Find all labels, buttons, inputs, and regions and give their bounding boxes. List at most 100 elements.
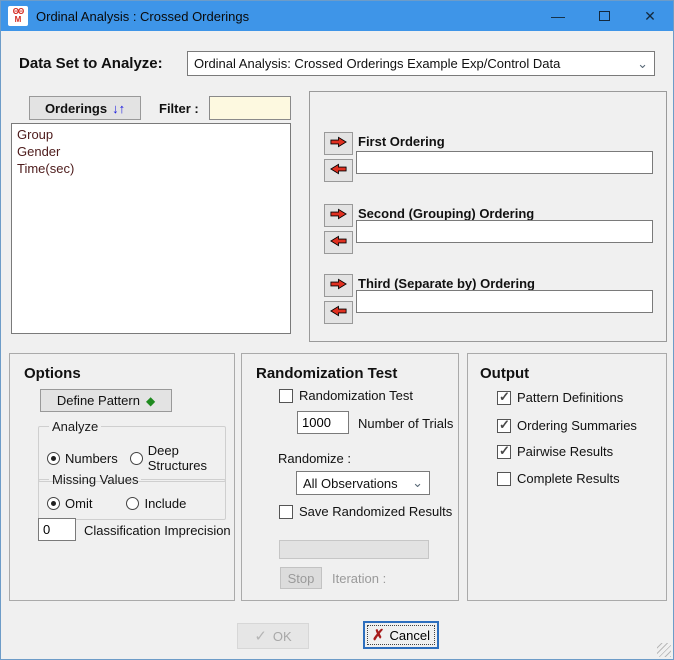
ok-button: ✓ OK	[237, 623, 309, 649]
randomize-combobox-value: All Observations	[303, 475, 398, 491]
checkbox-icon	[497, 471, 511, 486]
list-item[interactable]: Gender	[12, 143, 290, 160]
radio-deep-structures-label: Deep Structures	[147, 443, 207, 473]
checkbox-checked-icon	[497, 443, 511, 459]
classification-imprecision-label: Classification Imprecision	[84, 523, 231, 538]
arrow-right-icon	[329, 136, 348, 151]
radio-icon	[47, 497, 60, 510]
sort-updown-icon: ↓↑	[112, 100, 126, 116]
number-of-trials-input[interactable]	[297, 411, 349, 434]
arrow-left-icon	[329, 235, 348, 250]
title-bar[interactable]: ΘΘ M Ordinal Analysis : Crossed Ordering…	[1, 1, 673, 31]
randomization-progress-field	[279, 540, 429, 559]
pattern-definitions-checkbox[interactable]: Pattern Definitions	[497, 389, 624, 405]
resize-grip[interactable]	[657, 643, 671, 657]
save-randomized-checkbox-label: Save Randomized Results	[299, 504, 453, 519]
first-ordering-label: First Ordering	[358, 134, 445, 149]
third-ordering-input[interactable]	[356, 290, 653, 313]
move-right-first-button[interactable]	[324, 132, 353, 155]
randomize-combobox[interactable]: All Observations ⌄	[296, 471, 430, 495]
orderings-button-label: Orderings	[44, 100, 108, 116]
radio-omit[interactable]: Omit	[47, 496, 92, 511]
radio-omit-label: Omit	[65, 496, 93, 511]
move-left-third-button[interactable]	[324, 301, 353, 324]
cancel-button-label: Cancel	[389, 627, 431, 643]
iteration-label: Iteration :	[332, 571, 387, 586]
chevron-down-icon: ⌄	[637, 55, 648, 71]
ordering-summaries-checkbox[interactable]: Ordering Summaries	[497, 417, 637, 433]
options-panel: Options Define Pattern ◆ Analyze Numbers…	[9, 353, 235, 601]
app-icon: ΘΘ M	[8, 6, 28, 26]
dataset-combobox[interactable]: Ordinal Analysis: Crossed Orderings Exam…	[187, 51, 655, 76]
classification-imprecision-input[interactable]	[38, 518, 76, 541]
radio-deep-structures[interactable]: Deep Structures	[129, 443, 217, 473]
pattern-definitions-label: Pattern Definitions	[517, 390, 624, 405]
number-of-trials-label: Number of Trials	[358, 416, 454, 431]
radio-icon	[47, 451, 60, 465]
dialog-window: ΘΘ M Ordinal Analysis : Crossed Ordering…	[0, 0, 674, 660]
radio-numbers-label: Numbers	[65, 450, 118, 466]
randomization-panel: Randomization Test Randomization Test Nu…	[241, 353, 459, 601]
arrow-right-icon	[329, 208, 348, 223]
minimize-button[interactable]: —	[535, 1, 581, 31]
pairwise-results-checkbox[interactable]: Pairwise Results	[497, 443, 614, 459]
filter-input[interactable]	[209, 96, 291, 120]
filter-label: Filter :	[159, 101, 199, 116]
missing-values-groupbox: Missing Values Omit Include	[38, 472, 226, 520]
move-left-second-button[interactable]	[324, 231, 353, 254]
list-item[interactable]: Group	[12, 126, 290, 143]
dataset-combobox-value: Ordinal Analysis: Crossed Orderings Exam…	[194, 56, 561, 71]
radio-icon	[129, 451, 143, 465]
stop-button-label: Stop	[287, 570, 315, 586]
arrow-left-icon	[329, 305, 348, 320]
radio-include-label: Include	[144, 496, 187, 511]
window-title: Ordinal Analysis : Crossed Orderings	[36, 8, 250, 24]
radio-numbers[interactable]: Numbers	[47, 443, 118, 473]
maximize-icon	[598, 11, 610, 21]
pairwise-results-label: Pairwise Results	[517, 444, 614, 459]
list-item[interactable]: Time(sec)	[12, 160, 290, 177]
target-orderings-panel: First Ordering Second (Grouping) Orderin…	[309, 91, 667, 342]
define-pattern-button[interactable]: Define Pattern ◆	[40, 389, 172, 412]
randomize-label: Randomize :	[278, 451, 351, 466]
second-ordering-input[interactable]	[356, 220, 653, 243]
minimize-icon: —	[551, 8, 565, 24]
output-panel: Output Pattern Definitions Ordering Summ…	[467, 353, 667, 601]
complete-results-label: Complete Results	[517, 471, 620, 486]
complete-results-checkbox[interactable]: Complete Results	[497, 471, 620, 486]
dataset-label: Data Set to Analyze:	[19, 55, 163, 72]
cancel-button[interactable]: ✗ Cancel	[363, 621, 439, 649]
x-icon: ✗	[371, 627, 385, 644]
options-heading: Options	[24, 365, 81, 382]
move-left-first-button[interactable]	[324, 159, 353, 182]
missing-values-legend: Missing Values	[52, 472, 139, 487]
checkbox-checked-icon	[497, 389, 511, 405]
check-icon: ✓	[254, 628, 267, 645]
radio-icon	[126, 497, 140, 510]
close-button[interactable]: ✕	[627, 1, 673, 31]
checkbox-icon	[279, 504, 293, 519]
arrow-left-icon	[329, 163, 348, 178]
app-icon-glyph-bottom: M	[14, 15, 22, 24]
randomization-heading: Randomization Test	[256, 365, 398, 382]
chevron-down-icon: ⌄	[412, 475, 423, 491]
diamond-icon: ◆	[145, 393, 156, 408]
radio-include[interactable]: Include	[126, 496, 186, 511]
define-pattern-label: Define Pattern	[56, 393, 140, 408]
save-randomized-checkbox[interactable]: Save Randomized Results	[279, 504, 452, 519]
checkbox-checked-icon	[497, 417, 511, 433]
maximize-button[interactable]	[581, 1, 627, 31]
move-right-second-button[interactable]	[324, 204, 353, 227]
move-right-third-button[interactable]	[324, 274, 353, 297]
analyze-legend: Analyze	[52, 419, 99, 434]
first-ordering-input[interactable]	[356, 151, 653, 174]
window-controls: — ✕	[535, 1, 673, 31]
third-ordering-label: Third (Separate by) Ordering	[358, 276, 535, 291]
stop-button: Stop	[280, 567, 322, 589]
randomization-test-checkbox[interactable]: Randomization Test	[279, 388, 413, 403]
orderings-listbox[interactable]: Group Gender Time(sec)	[11, 123, 291, 334]
arrow-right-icon	[329, 278, 348, 293]
ok-button-label: OK	[272, 628, 292, 644]
orderings-sort-button[interactable]: Orderings ↓↑	[29, 96, 141, 120]
randomization-test-checkbox-label: Randomization Test	[299, 388, 413, 403]
